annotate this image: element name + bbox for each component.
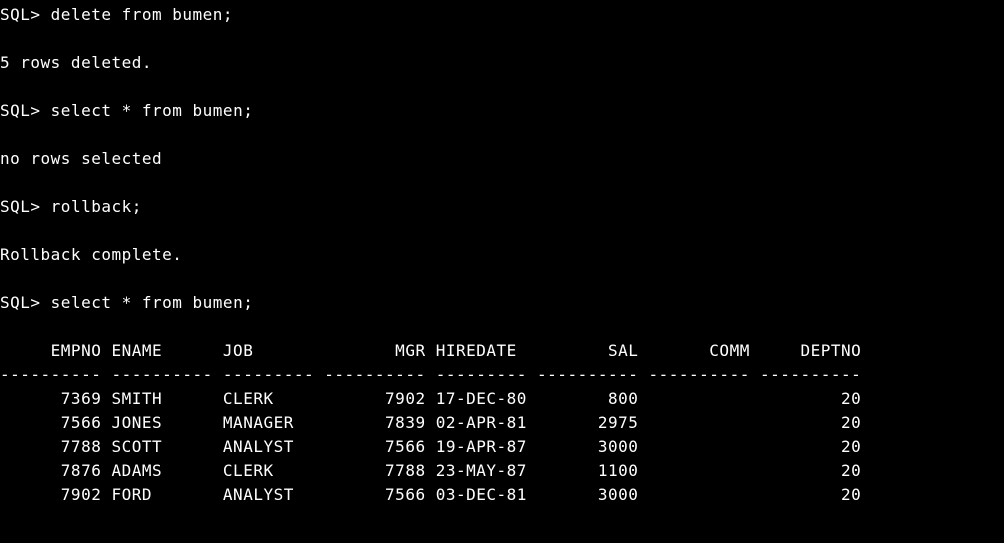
table-row: 7788 SCOTT ANALYST 7566 19-APR-87 3000 2… [0, 437, 861, 456]
sql-command: select * from bumen; [51, 101, 254, 120]
table-row: 7369 SMITH CLERK 7902 17-DEC-80 800 20 [0, 389, 861, 408]
table-row: 7876 ADAMS CLERK 7788 23-MAY-87 1100 20 [0, 461, 861, 480]
table-row: 7566 JONES MANAGER 7839 02-APR-81 2975 2… [0, 413, 861, 432]
sql-response: 5 rows deleted. [0, 53, 152, 72]
table-header: EMPNO ENAME JOB MGR HIREDATE SAL COMM DE… [0, 341, 861, 360]
sql-command: rollback; [51, 197, 142, 216]
prompt: SQL> [0, 101, 41, 120]
sql-command: select * from bumen; [51, 293, 254, 312]
sql-response: no rows selected [0, 149, 162, 168]
prompt: SQL> [0, 293, 41, 312]
sql-command: delete from bumen; [51, 5, 233, 24]
table-divider: ---------- ---------- --------- --------… [0, 365, 861, 384]
prompt: SQL> [0, 5, 41, 24]
table-row: 7902 FORD ANALYST 7566 03-DEC-81 3000 20 [0, 485, 861, 504]
sql-response: Rollback complete. [0, 245, 182, 264]
prompt: SQL> [0, 197, 41, 216]
terminal-output[interactable]: SQL> delete from bumen; 5 rows deleted. … [0, 0, 1004, 507]
